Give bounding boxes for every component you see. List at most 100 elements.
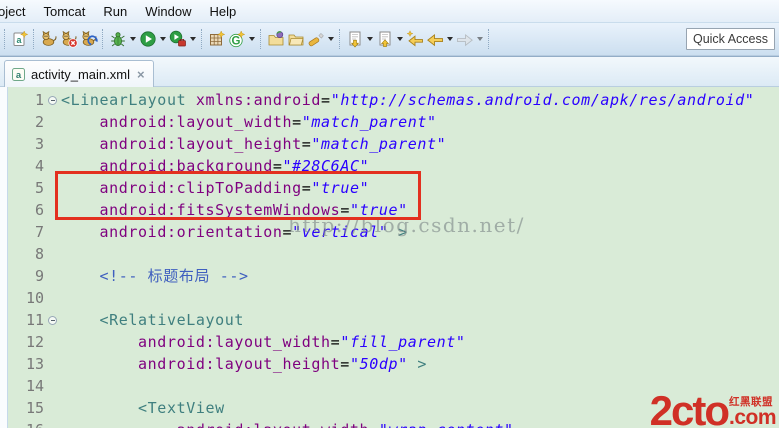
code-line[interactable]: 9 <!-- 标题布局 --> <box>0 265 779 287</box>
line-number: 9 <box>34 267 44 285</box>
menu-item-help[interactable]: Help <box>200 2 245 21</box>
fold-ruler-space <box>44 287 61 309</box>
run-icon <box>140 31 156 47</box>
debug-icon <box>111 32 125 47</box>
quick-access-box[interactable]: Quick Access <box>686 28 775 50</box>
tomcat-start-icon <box>42 30 57 46</box>
tomcat-stop-icon <box>62 30 78 48</box>
fold-ruler-space <box>44 375 61 397</box>
code-lines: 1 <LinearLayout xmlns:android="http://sch… <box>0 89 779 428</box>
dropdown-arrow-icon[interactable] <box>395 27 404 51</box>
forward-icon <box>457 33 473 47</box>
line-number: 15 <box>25 399 44 417</box>
line-number: 16 <box>10 419 44 428</box>
code-line[interactable]: 8 <box>0 243 779 265</box>
dropdown-arrow-icon[interactable] <box>158 27 167 51</box>
toolbar-separator <box>102 29 105 49</box>
import-resource-button[interactable] <box>266 27 286 51</box>
menu-item-window[interactable]: Window <box>136 2 200 21</box>
code-line[interactable]: 12 android:layout_width="fill_parent" <box>0 331 779 353</box>
dropdown-arrow-icon[interactable] <box>326 27 335 51</box>
highlighter-button[interactable] <box>306 27 336 51</box>
fold-ruler-space <box>44 133 61 155</box>
line-number: 6 <box>34 201 44 219</box>
dropdown-arrow-icon[interactable] <box>128 27 137 51</box>
fold-ruler-space <box>44 265 61 287</box>
g-launch-button[interactable]: G <box>227 27 257 51</box>
run-external-tools-icon <box>169 30 186 47</box>
debug-button[interactable] <box>108 27 138 51</box>
fold-ruler-space <box>44 243 61 265</box>
tomcat-stop-button[interactable] <box>59 27 79 51</box>
new-xml-file-button[interactable]: a <box>10 27 30 51</box>
new-web-project-icon <box>210 30 226 46</box>
dropdown-arrow-icon[interactable] <box>247 27 256 51</box>
code-line[interactable]: 2 android:layout_width="match_parent" <box>0 111 779 133</box>
next-annotation-icon <box>349 31 361 48</box>
menu-item-oject[interactable]: oject <box>0 2 34 21</box>
next-annotation-button[interactable] <box>345 27 375 51</box>
run-external-tools-button[interactable] <box>168 27 198 51</box>
code-text: <!-- 标题布局 --> <box>99 267 249 285</box>
line-number: 4 <box>34 157 44 175</box>
fold-ruler-space <box>44 331 61 353</box>
line-number: 12 <box>25 333 44 351</box>
dropdown-arrow-icon[interactable] <box>365 27 374 51</box>
tab-activity-main-xml[interactable]: a activity_main.xml × <box>4 60 154 88</box>
tab-label: activity_main.xml <box>31 67 130 82</box>
code-editor[interactable]: 1 <LinearLayout xmlns:android="http://sch… <box>0 87 779 428</box>
toolbar-separator <box>339 29 342 49</box>
line-number: 2 <box>34 113 44 131</box>
tomcat-start-button[interactable] <box>39 27 59 51</box>
open-folder-button[interactable] <box>286 27 306 51</box>
fold-collapse-icon[interactable] <box>44 309 61 331</box>
line-number: 10 <box>25 289 44 307</box>
last-edit-location-button[interactable] <box>405 27 425 51</box>
toolbar: a G Quick Access <box>0 23 779 56</box>
code-text: <RelativeLayout <box>99 311 244 329</box>
run-button[interactable] <box>138 27 168 51</box>
menu-item-tomcat[interactable]: Tomcat <box>34 2 94 21</box>
dropdown-arrow-icon[interactable] <box>475 27 484 51</box>
code-line[interactable]: 1 <LinearLayout xmlns:android="http://sch… <box>0 89 779 111</box>
new-xml-file-icon: a <box>13 30 29 46</box>
dropdown-arrow-icon[interactable] <box>188 27 197 51</box>
fold-ruler-space <box>44 419 61 428</box>
code-line[interactable]: 11 <RelativeLayout <box>0 309 779 331</box>
tab-close-icon[interactable]: × <box>135 68 145 81</box>
toolbar-separator <box>4 29 7 49</box>
2cto-logo: 2cto 红黑联盟 .com <box>650 389 777 428</box>
menu-bar: oject Tomcat Run Window Help <box>0 0 779 23</box>
code-line[interactable]: 10 <box>0 287 779 309</box>
logo-tld: .com <box>728 406 777 428</box>
forward-button[interactable] <box>455 27 485 51</box>
new-web-project-button[interactable] <box>207 27 227 51</box>
svg-text:a: a <box>16 70 22 81</box>
code-line[interactable]: 3 android:layout_height="match_parent" <box>0 133 779 155</box>
toolbar-separator <box>201 29 204 49</box>
fold-ruler-space <box>44 353 61 375</box>
back-button[interactable] <box>425 27 455 51</box>
last-edit-location-icon <box>406 30 423 47</box>
dropdown-arrow-icon[interactable] <box>445 27 454 51</box>
line-number: 8 <box>34 245 44 263</box>
code-text: android:layout_width="match_parent" <box>99 113 437 131</box>
open-folder-icon <box>288 34 304 46</box>
g-launch-icon: G <box>229 30 246 48</box>
red-highlight-box <box>55 171 421 220</box>
code-text: android:layout_width="wrap_content" <box>61 419 514 428</box>
line-number: 3 <box>34 135 44 153</box>
fold-ruler-space <box>44 221 61 243</box>
editor-tab-bar: a activity_main.xml × <box>0 56 779 88</box>
line-number: 7 <box>34 223 44 241</box>
tomcat-restart-button[interactable] <box>79 27 99 51</box>
code-text: <LinearLayout xmlns:android="http://sche… <box>61 91 755 109</box>
previous-annotation-button[interactable] <box>375 27 405 51</box>
line-number: 14 <box>25 377 44 395</box>
eclipse-window: oject Tomcat Run Window Help a G Quick Access … <box>0 0 779 428</box>
toolbar-separator <box>260 29 263 49</box>
previous-annotation-icon <box>379 31 391 47</box>
code-line[interactable]: 13 android:layout_height="50dp" > <box>0 353 779 375</box>
fold-collapse-icon[interactable] <box>44 89 61 111</box>
menu-item-run[interactable]: Run <box>94 2 136 21</box>
